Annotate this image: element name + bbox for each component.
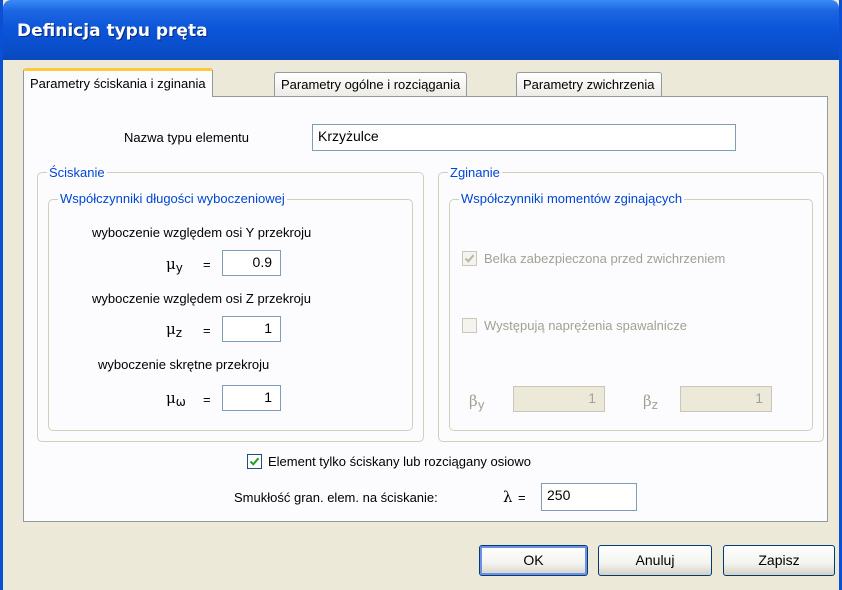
title-bar[interactable]: Definicja typu pręta <box>3 0 839 60</box>
mu-z-input[interactable]: 1 <box>222 316 281 342</box>
axial-only-label: Element tylko ściskany lub rozciągany os… <box>268 454 532 469</box>
window-title: Definicja typu pręta <box>17 21 208 41</box>
mu-omega-symbol: μω <box>166 389 186 409</box>
beta-y-symbol: βy <box>469 392 485 412</box>
mu-y-symbol: μy <box>166 255 183 275</box>
beam-secured-label: Belka zabezpieczona przed zwichrzeniem <box>484 251 726 266</box>
mu-y-equals: = <box>203 257 211 272</box>
beta-z-input[interactable]: 1 <box>680 386 772 412</box>
cancel-button[interactable]: Anuluj <box>598 545 712 576</box>
welding-stress-checkbox[interactable] <box>462 318 477 333</box>
mu-omega-input[interactable]: 1 <box>222 385 281 411</box>
slenderness-input[interactable]: 250 <box>541 483 637 511</box>
tab-lateral-buckling[interactable]: Parametry zwichrzenia <box>516 72 662 97</box>
mu-z-symbol: μz <box>166 320 183 340</box>
check-icon <box>464 254 475 263</box>
element-type-name-label: Nazwa typu elementu <box>124 130 250 145</box>
element-type-name-input[interactable]: Krzyżulce <box>312 124 736 151</box>
ok-button[interactable]: OK <box>479 545 588 576</box>
bending-moment-coefficients-legend: Współczynniki momentów zginających <box>459 191 685 206</box>
lambda-equals: = <box>518 490 526 505</box>
compression-legend: Ściskanie <box>47 165 107 180</box>
mu-omega-equals: = <box>203 392 211 407</box>
tab-general-tension[interactable]: Parametry ogólne i rozciągania <box>274 72 468 97</box>
torsional-buckling-label: wyboczenie skrętne przekroju <box>98 357 270 372</box>
buckling-y-label: wyboczenie względem osi Y przekroju <box>92 225 312 240</box>
save-button[interactable]: Zapisz <box>723 545 835 576</box>
slenderness-label: Smukłość gran. elem. na ściskanie: <box>234 490 438 505</box>
lambda-symbol: λ <box>503 488 513 506</box>
check-icon <box>249 457 260 466</box>
bending-legend: Zginanie <box>448 165 502 180</box>
beta-y-input[interactable]: 1 <box>513 386 605 412</box>
tab-compression-bending[interactable]: Parametry ściskania i zginania <box>23 68 213 97</box>
buckling-length-coefficients-legend: Współczynniki długości wyboczeniowej <box>58 191 287 206</box>
axial-only-checkbox[interactable] <box>247 454 262 469</box>
buckling-z-label: wyboczenie względem osi Z przekroju <box>92 291 311 306</box>
beam-secured-checkbox[interactable] <box>462 251 477 266</box>
beta-z-symbol: βz <box>643 392 658 412</box>
welding-stress-label: Występują naprężenia spawalnicze <box>484 318 687 333</box>
mu-z-equals: = <box>203 323 211 338</box>
dialog-window: Definicja typu pręta Parametry ściskania… <box>0 0 842 590</box>
mu-y-input[interactable]: 0.9 <box>222 250 281 276</box>
